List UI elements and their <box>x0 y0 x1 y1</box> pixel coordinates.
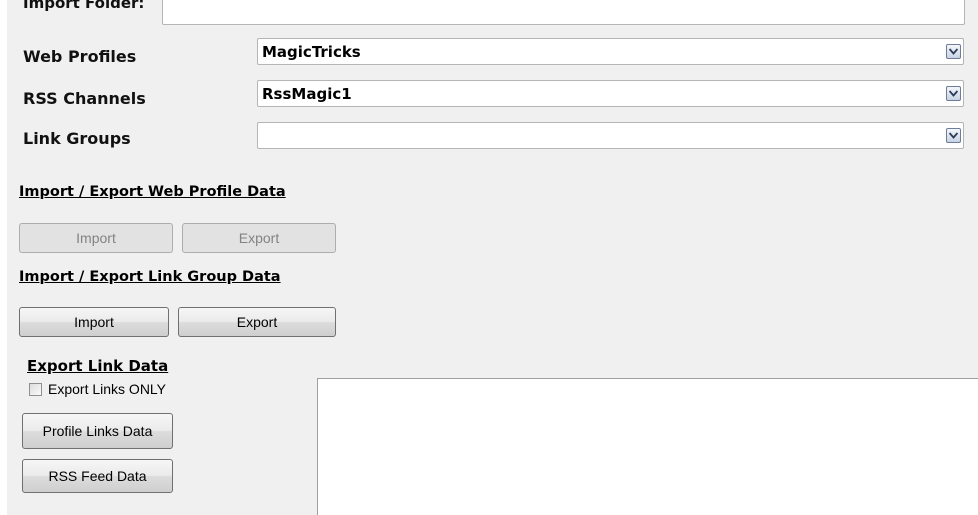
web-profiles-value: MagicTricks <box>262 43 361 61</box>
link-group-import-button[interactable]: Import <box>19 307 169 337</box>
web-profile-export-button[interactable]: Export <box>182 223 336 253</box>
export-link-data-heading: Export Link Data <box>27 357 169 375</box>
link-group-export-button[interactable]: Export <box>178 307 336 337</box>
link-groups-label: Link Groups <box>23 129 131 148</box>
rss-channels-value: RssMagic1 <box>262 85 352 103</box>
rss-feed-data-button[interactable]: RSS Feed Data <box>22 459 173 493</box>
profile-links-data-button[interactable]: Profile Links Data <box>22 413 173 449</box>
web-profiles-select[interactable]: MagicTricks <box>257 38 964 65</box>
import-folder-label: Import Folder: <box>23 0 145 12</box>
link-group-data-heading: Import / Export Link Group Data <box>19 269 281 285</box>
web-profile-import-button[interactable]: Import <box>19 223 173 253</box>
chevron-down-icon[interactable] <box>946 44 961 59</box>
chevron-down-icon[interactable] <box>946 128 961 143</box>
export-links-only-label: Export Links ONLY <box>48 381 167 397</box>
chevron-down-icon[interactable] <box>946 86 961 101</box>
web-profiles-label: Web Profiles <box>23 47 137 66</box>
output-textarea[interactable] <box>317 378 978 515</box>
rss-channels-select[interactable]: RssMagic1 <box>257 80 964 107</box>
web-profile-data-heading: Import / Export Web Profile Data <box>19 184 286 200</box>
export-links-only-checkbox[interactable] <box>29 383 42 396</box>
import-folder-input[interactable] <box>162 0 965 25</box>
link-groups-select[interactable] <box>257 122 964 149</box>
rss-channels-label: RSS Channels <box>23 89 146 108</box>
